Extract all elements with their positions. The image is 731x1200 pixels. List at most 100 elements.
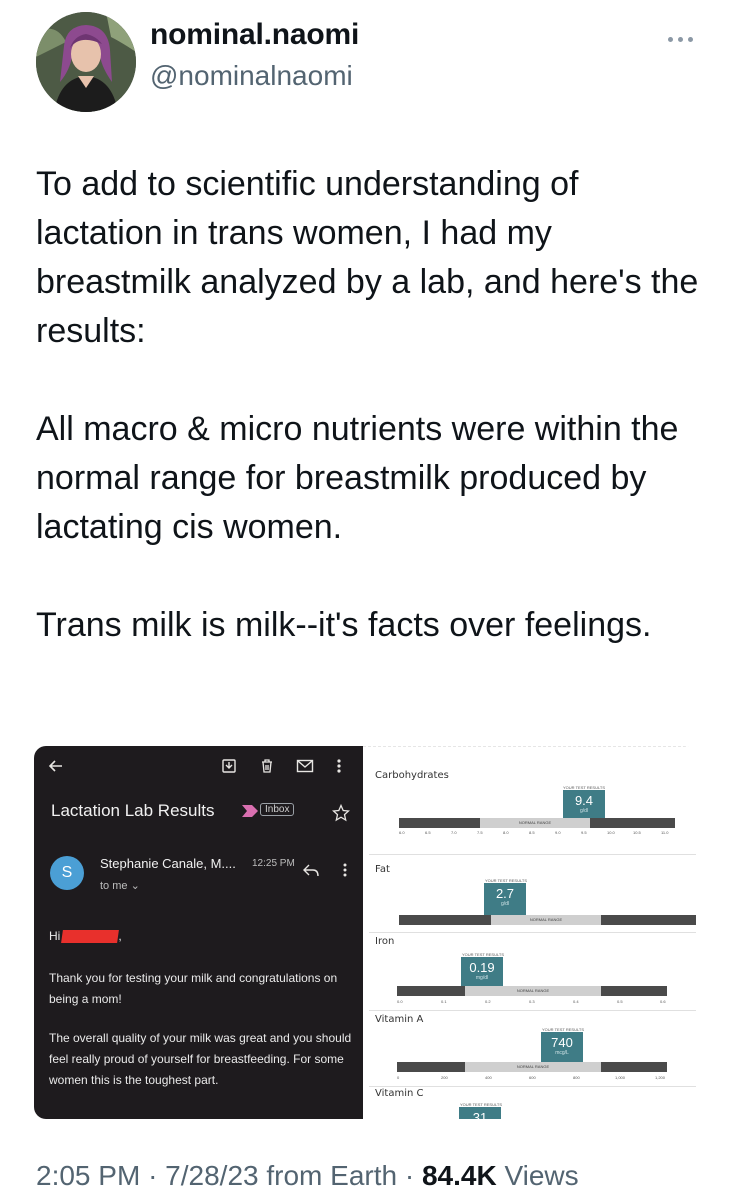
tick-label: 0.0 (397, 999, 403, 1004)
tweet-date[interactable]: 7/28/23 (165, 1160, 258, 1191)
email-body-paragraph: Thank you for testing your milk and cong… (49, 971, 338, 1006)
tick-label: 400 (485, 1075, 492, 1080)
recipient-text: to me (100, 880, 128, 892)
tick-label: 11.0 (661, 830, 669, 835)
tick-label: 7.5 (477, 830, 483, 835)
tick-label: 7.0 (451, 830, 457, 835)
nutrient-label-fat: Fat (375, 864, 390, 875)
result-number: 2.7 (495, 886, 515, 901)
email-screenshot[interactable]: Lactation Lab Results Inbox S Stephanie … (34, 746, 363, 1119)
result-number: 740 (551, 1035, 573, 1050)
author-avatar[interactable] (36, 12, 136, 112)
normal-range-iron: NORMAL RANGE (465, 986, 601, 996)
tick-label: 6.0 (399, 830, 405, 835)
tick-label: 0.4 (573, 999, 579, 1004)
email-body-paragraph: The overall quality of your milk was gre… (49, 1031, 352, 1087)
star-icon (332, 804, 350, 822)
result-value-vitamin-a: 740 mcg/L (541, 1032, 583, 1064)
more-vert-icon (343, 863, 347, 877)
result-unit: mg/dl (475, 975, 489, 981)
result-value-vitamin-c: 31 (459, 1107, 501, 1119)
result-value-fat: 2.7 g/dl (484, 883, 526, 915)
tick-labels-vitamin-a: 0 200 400 600 800 1,000 1,200 (397, 1075, 667, 1083)
tick-label: 0.6 (660, 999, 666, 1004)
sender-avatar[interactable]: S (50, 856, 84, 890)
back-arrow-icon (48, 760, 62, 772)
recipient-line[interactable]: to me ⌄ (100, 879, 140, 892)
tick-label: 9.5 (581, 830, 587, 835)
result-unit: g/dl (579, 808, 589, 814)
more-dot-icon (678, 37, 683, 42)
tick-label: 8.0 (503, 830, 509, 835)
nutrient-label-vitamin-c: Vitamin C (375, 1088, 424, 1099)
tweet-metadata: 2:05 PM · 7/28/23 from Earth · 84.4K Vie… (36, 1160, 579, 1192)
tick-label: 0.1 (441, 999, 447, 1004)
result-value-iron: 0.19 mg/dl (461, 957, 503, 989)
tick-label: 0 (397, 1075, 400, 1080)
chevron-down-icon: ⌄ (130, 880, 140, 892)
tweet-time[interactable]: 2:05 PM (36, 1160, 140, 1191)
email-time: 12:25 PM (252, 858, 295, 869)
more-vert-icon (337, 759, 341, 773)
views-label: Views (504, 1160, 579, 1191)
tick-label: 1,000 (615, 1075, 626, 1080)
tick-label: 600 (529, 1075, 536, 1080)
tick-labels-iron: 0.0 0.1 0.2 0.3 0.4 0.5 0.6 (397, 999, 667, 1007)
normal-range-label: NORMAL RANGE (516, 1064, 550, 1069)
tweet-source: from Earth (266, 1160, 398, 1191)
greeting-text: Hi (49, 929, 61, 943)
tick-labels-carbohydrates: 6.0 6.5 7.0 7.5 8.0 8.5 9.0 9.5 10.0 10.… (399, 830, 675, 838)
more-dot-icon (668, 37, 673, 42)
section-divider (369, 932, 696, 933)
tick-label: 0.5 (617, 999, 623, 1004)
tick-label: 1,200 (655, 1075, 666, 1080)
top-dashed-edge (363, 746, 696, 750)
tick-label: 9.0 (555, 830, 561, 835)
tick-label: 800 (573, 1075, 580, 1080)
tick-label: 10.0 (607, 830, 615, 835)
result-number: 9.4 (574, 793, 594, 808)
reply-icon (303, 864, 319, 877)
tweet-paragraph: Trans milk is milk--it's facts over feel… (36, 606, 652, 644)
section-divider (369, 1010, 696, 1011)
section-divider (369, 854, 696, 855)
tweet-text: To add to scientific understanding of la… (36, 160, 706, 650)
normal-range-carbohydrates: NORMAL RANGE (480, 818, 590, 828)
result-number: 31 (472, 1110, 488, 1119)
tick-label: 8.5 (529, 830, 535, 835)
tick-label: 0.2 (485, 999, 491, 1004)
tweet-header: nominal.naomi @nominalnaomi (0, 0, 731, 120)
normal-range-label: NORMAL RANGE (516, 988, 550, 993)
important-marker-icon (242, 805, 258, 817)
author-handle[interactable]: @nominalnaomi (150, 60, 353, 92)
email-subject: Lactation Lab Results (51, 801, 215, 820)
trash-icon (262, 759, 272, 773)
normal-range-fat: NORMAL RANGE (491, 915, 601, 925)
separator-dot: · (148, 1160, 158, 1191)
normal-range-label: NORMAL RANGE (518, 820, 552, 825)
tick-label: 0.3 (529, 999, 535, 1004)
redacted-name (61, 930, 120, 943)
email-greeting: Hi , (49, 926, 122, 947)
separator-dot: · (404, 1160, 415, 1191)
views-count[interactable]: 84.4K (422, 1160, 497, 1191)
tick-label: 6.5 (425, 830, 431, 835)
tweet-paragraph: All macro & micro nutrients were within … (36, 410, 679, 546)
section-divider (369, 1086, 696, 1087)
result-unit: g/dl (500, 901, 510, 907)
lab-results-image[interactable]: Carbohydrates YOUR TEST RESULTS 9.4 g/dl… (363, 746, 696, 1119)
tick-label: 10.5 (633, 830, 641, 835)
normal-range-vitamin-a: NORMAL RANGE (465, 1062, 601, 1072)
author-display-name[interactable]: nominal.naomi (150, 18, 359, 52)
tick-label: 200 (441, 1075, 448, 1080)
result-number: 0.19 (469, 960, 495, 975)
result-unit: mcg/L (555, 1050, 569, 1056)
nutrient-label-vitamin-a: Vitamin A (375, 1014, 424, 1025)
sender-name[interactable]: Stephanie Canale, M.... (100, 856, 236, 871)
more-dot-icon (688, 37, 693, 42)
tweet-paragraph: To add to scientific understanding of la… (36, 165, 699, 350)
inbox-label-chip[interactable]: Inbox (260, 803, 295, 816)
more-options-button[interactable] (664, 26, 698, 52)
nutrient-label-carbohydrates: Carbohydrates (375, 770, 449, 781)
archive-icon (222, 759, 236, 773)
